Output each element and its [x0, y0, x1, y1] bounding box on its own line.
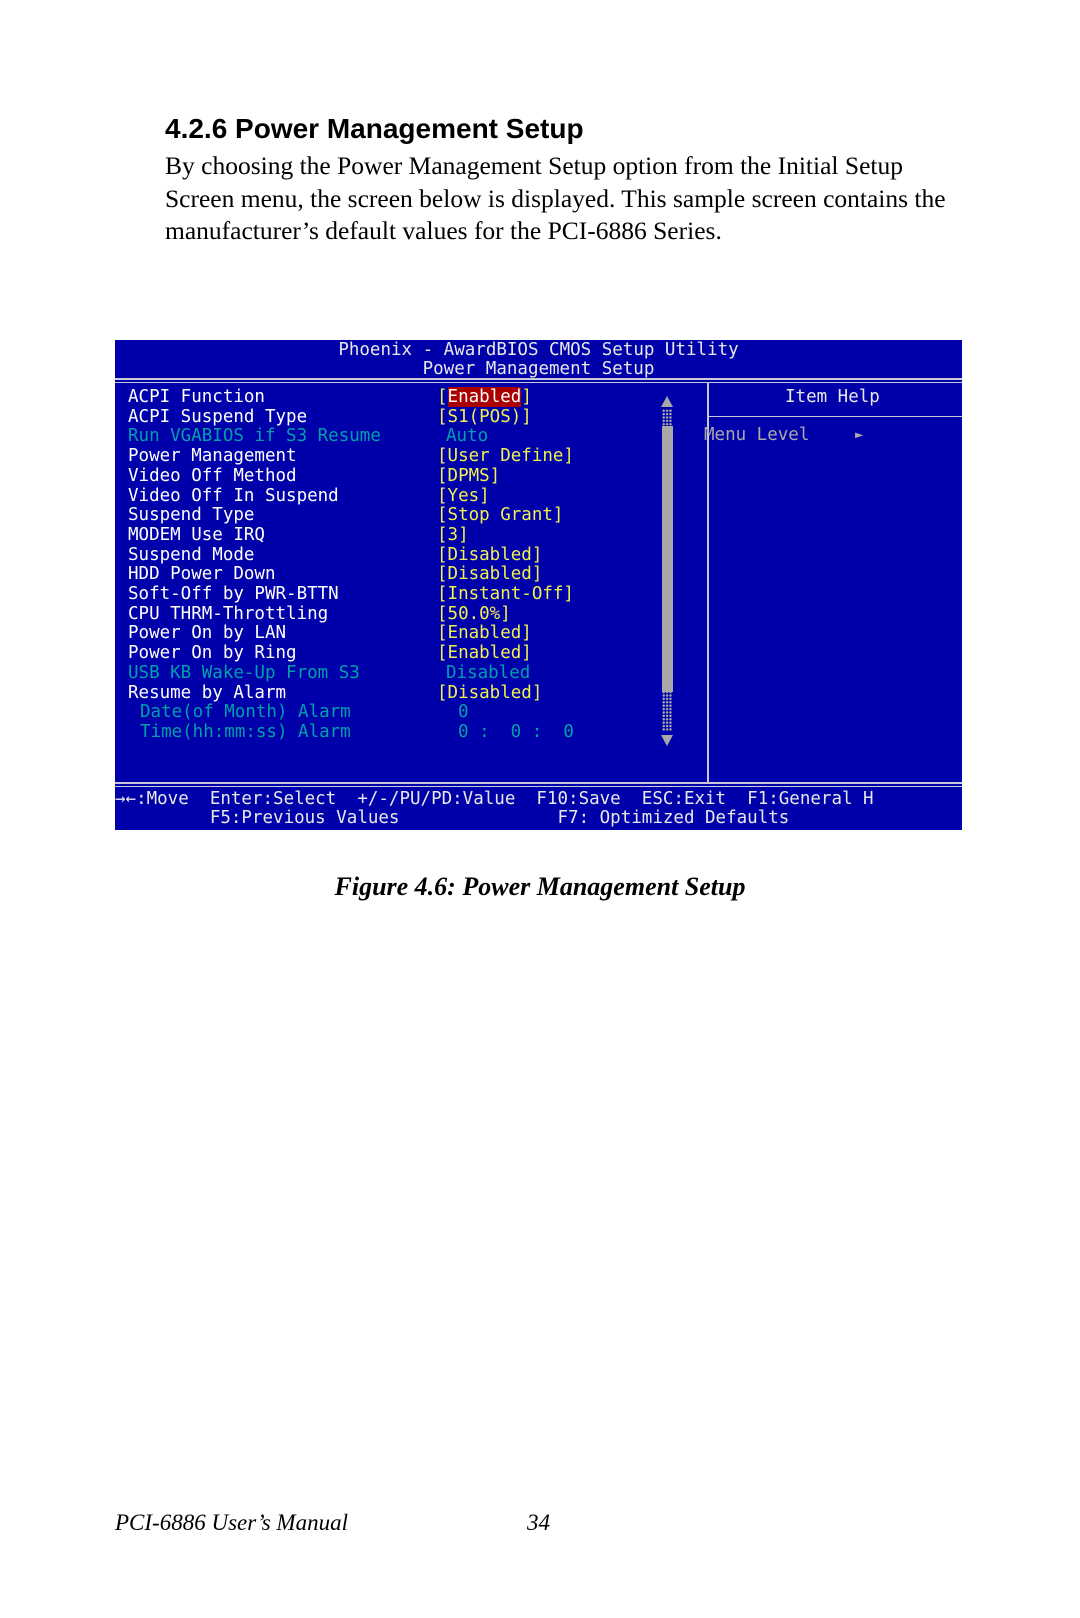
- setting-row[interactable]: Video Off In Suspend [Yes]: [115, 486, 962, 506]
- setting-label: CPU THRM-Throttling: [128, 603, 329, 624]
- setting-label: Suspend Type: [128, 505, 255, 526]
- setting-label: USB KB Wake-Up From S3: [128, 662, 360, 683]
- page-number: 34: [527, 1510, 550, 1535]
- setting-label: Power Management: [128, 446, 297, 467]
- bios-title: Phoenix - AwardBIOS CMOS Setup Utility: [338, 340, 739, 360]
- setting-value[interactable]: [S1(POS)]: [437, 407, 532, 427]
- setting-label: Date(of Month) Alarm: [140, 702, 351, 723]
- setting-row[interactable]: Soft-Off by PWR-BTTN [Instant-Off]: [115, 584, 962, 604]
- setting-value[interactable]: [Disabled]: [437, 545, 542, 565]
- intro-paragraph: By choosing the Power Management Setup o…: [165, 151, 946, 245]
- setting-label: Video Off In Suspend: [128, 485, 339, 506]
- setting-label: Soft-Off by PWR-BTTN: [128, 584, 339, 604]
- setting-row[interactable]: Suspend Type [Stop Grant]: [115, 505, 962, 525]
- setting-label: Video Off Method: [128, 465, 297, 486]
- setting-value: Auto: [446, 426, 489, 447]
- setting-row: Date(of Month) Alarm 0: [115, 702, 962, 722]
- setting-row[interactable]: Power On by Ring [Enabled]: [115, 643, 962, 663]
- setting-label: Power On by LAN: [128, 623, 287, 644]
- menu-level-arrow-icon: ►: [855, 427, 864, 443]
- setting-label: ACPI Function: [128, 387, 265, 407]
- setting-value[interactable]: [50.0%]: [437, 604, 511, 624]
- scroll-down-arrow-icon[interactable]: [661, 735, 673, 746]
- setting-value: 0: [458, 702, 469, 723]
- setting-value[interactable]: [User Define]: [437, 446, 574, 466]
- selected-value-highlight[interactable]: Enabled: [447, 387, 522, 407]
- setting-value[interactable]: [Instant-Off]: [437, 584, 574, 604]
- bios-screen: Phoenix - AwardBIOS CMOS Setup Utility P…: [115, 340, 962, 830]
- setting-row[interactable]: CPU THRM-Throttling [50.0%]: [115, 604, 962, 624]
- item-help-text: Menu Level: [704, 425, 810, 445]
- setting-value[interactable]: [Disabled]: [437, 564, 542, 584]
- setting-value[interactable]: [DPMS]: [437, 466, 500, 486]
- key-help-line-2: F5:Previous Values F7: Optimized Default…: [115, 808, 790, 828]
- setting-label: Run VGABIOS if S3 Resume: [128, 426, 381, 447]
- setting-row[interactable]: Resume by Alarm [Disabled]: [115, 683, 962, 703]
- setting-label: MODEM Use IRQ: [128, 524, 265, 545]
- setting-label: ACPI Suspend Type: [128, 406, 308, 427]
- section-heading: 4.2.6 Power Management Setup: [165, 113, 584, 144]
- setting-value: 0 : 0 : 0: [458, 721, 574, 742]
- header-divider-inner: [115, 382, 962, 383]
- item-help-title: Item Help: [785, 387, 880, 407]
- setting-row[interactable]: MODEM Use IRQ [3]: [115, 525, 962, 545]
- setting-row: Run VGABIOS if S3 Resume Auto: [115, 426, 962, 446]
- setting-value[interactable]: [Enabled]: [437, 387, 532, 407]
- setting-label: HDD Power Down: [128, 564, 276, 585]
- setting-value[interactable]: [Enabled]: [437, 623, 532, 643]
- setting-row[interactable]: Suspend Mode [Disabled]: [115, 545, 962, 565]
- bracket-close: ]: [521, 387, 532, 407]
- setting-value: Disabled: [446, 662, 531, 683]
- setting-row: USB KB Wake-Up From S3 Disabled: [115, 663, 962, 683]
- setting-label: Resume by Alarm: [128, 682, 287, 703]
- bracket-open: [: [437, 387, 448, 407]
- header-divider: [115, 378, 962, 380]
- scroll-up-arrow-icon[interactable]: [661, 396, 673, 407]
- setting-value[interactable]: [3]: [437, 525, 469, 545]
- setting-row[interactable]: Power On by LAN [Enabled]: [115, 623, 962, 643]
- key-help-line-1: →←:Move Enter:Select +/-/PU/PD:Value F10…: [115, 789, 874, 809]
- bios-subtitle: Power Management Setup: [422, 359, 655, 379]
- setting-row[interactable]: HDD Power Down [Disabled]: [115, 564, 962, 584]
- footer-divider: [115, 782, 962, 784]
- help-title-divider: [709, 416, 962, 417]
- setting-value[interactable]: [Disabled]: [437, 683, 542, 703]
- manual-title-footer: PCI-6886 User’s Manual: [115, 1510, 348, 1535]
- setting-value[interactable]: [Stop Grant]: [437, 505, 563, 525]
- setting-row: Time(hh:mm:ss) Alarm 0 : 0 : 0: [115, 722, 962, 742]
- setting-label: Power On by Ring: [128, 643, 297, 664]
- figure-caption: Figure 4.6: Power Management Setup: [334, 872, 746, 901]
- footer-divider-inner: [115, 786, 962, 787]
- setting-label: Time(hh:mm:ss) Alarm: [140, 721, 351, 742]
- setting-row[interactable]: Power Management [User Define]: [115, 446, 962, 466]
- setting-value[interactable]: [Enabled]: [437, 643, 532, 663]
- setting-row[interactable]: Video Off Method [DPMS]: [115, 466, 962, 486]
- setting-value[interactable]: [Yes]: [437, 486, 490, 506]
- scrollbar-thumb[interactable]: [662, 426, 673, 692]
- setting-label: Suspend Mode: [128, 544, 255, 565]
